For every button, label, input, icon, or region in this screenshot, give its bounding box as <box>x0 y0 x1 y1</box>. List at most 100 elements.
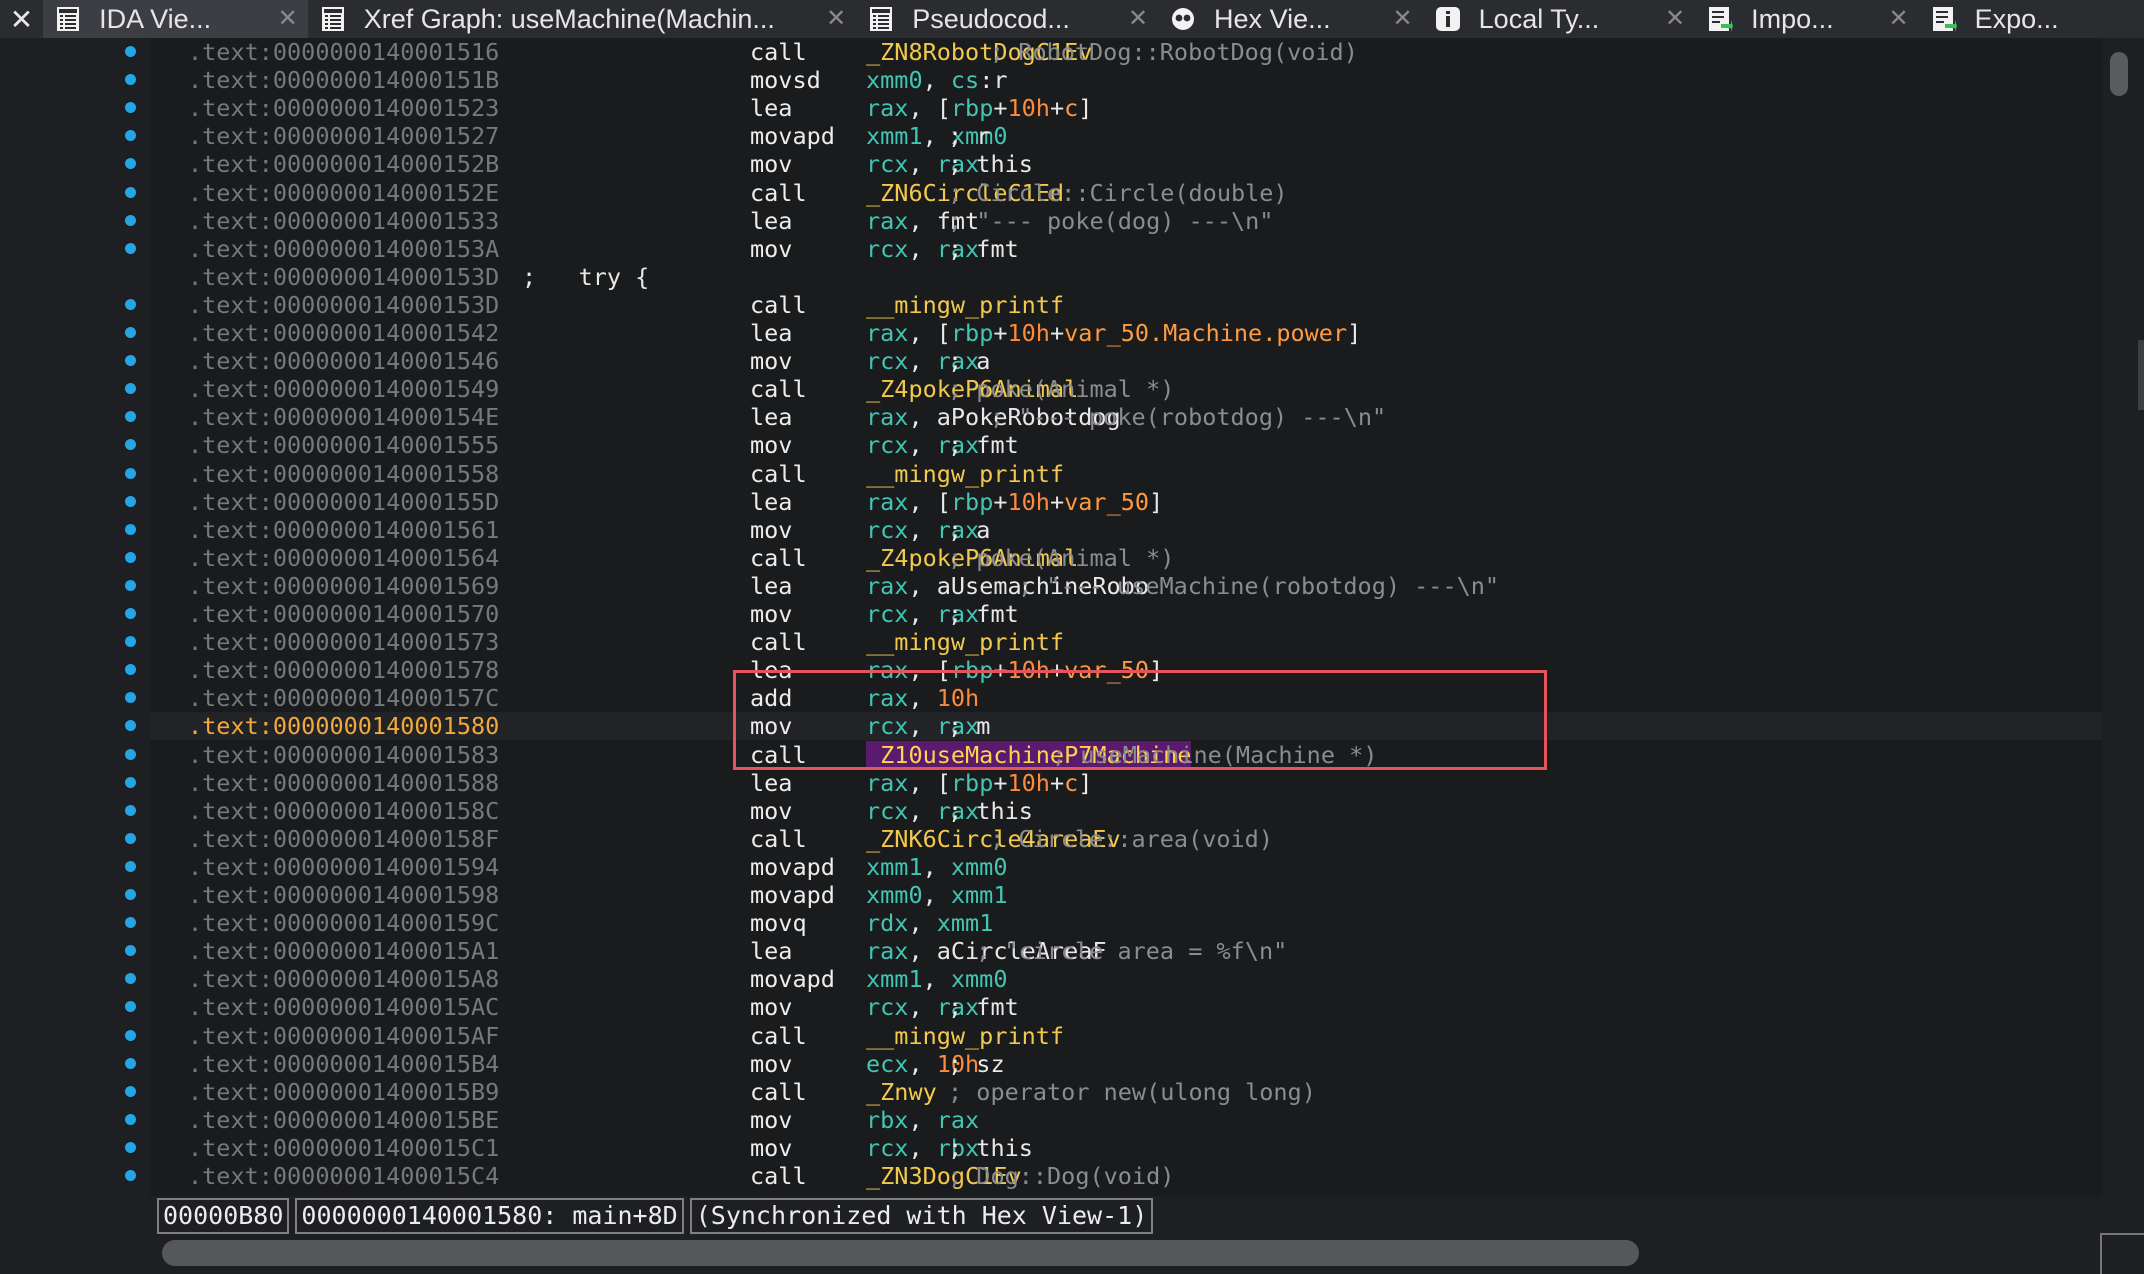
gutter-dot[interactable] <box>125 1086 136 1097</box>
operand-token[interactable]: ] <box>1149 656 1163 684</box>
operand-token[interactable]: rcx <box>866 235 908 263</box>
operand-token[interactable]: , [ <box>908 488 950 516</box>
listing-row[interactable]: .text:0000000140001570 mov rcx, rax; fmt <box>150 600 2102 628</box>
gutter-dot[interactable] <box>125 411 136 422</box>
operand-token[interactable]: ] <box>1347 319 1361 347</box>
listing-row[interactable]: .text:000000014000158F call _ZNK6Circle4ar… <box>150 825 2102 853</box>
operand-token[interactable]: 10h <box>1008 488 1050 516</box>
tab-exports[interactable]: Expo... <box>1919 0 2144 38</box>
tab-close-icon[interactable]: ✕ <box>1665 4 1685 32</box>
gutter-dot[interactable] <box>125 945 136 956</box>
listing-row[interactable]: .text:000000014000153A mov rcx, rax; fmt <box>150 235 2102 263</box>
listing-row[interactable]: .text:000000014000159C movq rdx, xmm1 <box>150 909 2102 937</box>
operands[interactable]: xmm1, xmm0 <box>866 965 1007 993</box>
listing-row[interactable]: .text:00000001400015AC mov rcx, rax; fmt <box>150 993 2102 1021</box>
address[interactable]: .text:0000000140001516 <box>188 38 499 66</box>
operand-token[interactable]: rcx <box>866 347 908 375</box>
mnemonic[interactable]: call <box>750 1162 807 1190</box>
address[interactable]: .text:00000001400015A1 <box>188 937 499 965</box>
operands[interactable]: __mingw_printf <box>866 1022 1064 1050</box>
mnemonic[interactable]: add <box>750 684 792 712</box>
address[interactable]: .text:00000001400015B4 <box>188 1050 499 1078</box>
tab-local-types[interactable]: Local Ty... ✕ <box>1423 0 1695 38</box>
mnemonic[interactable]: mov <box>750 993 792 1021</box>
listing-row[interactable]: .text:000000014000151B movsd xmm0, cs:r <box>150 66 2102 94</box>
operand-token[interactable]: c <box>1064 769 1078 797</box>
mnemonic[interactable]: mov <box>750 1050 792 1078</box>
operand-token[interactable]: rax <box>866 937 908 965</box>
address[interactable]: .text:000000014000155D <box>188 488 499 516</box>
listing-row[interactable]: .text:00000001400015C1 mov rcx, rbx; this <box>150 1134 2102 1162</box>
listing-row[interactable]: .text:0000000140001542 lea rax, [rbp+10h+v… <box>150 319 2102 347</box>
operand-token[interactable]: rcx <box>866 797 908 825</box>
listing-row[interactable]: .text:000000014000153D call __mingw_printf <box>150 291 2102 319</box>
operand-token[interactable]: rbp <box>951 94 993 122</box>
listing-row[interactable]: .text:000000014000155D lea rax, [rbp+10h+v… <box>150 488 2102 516</box>
address[interactable]: .text:000000014000153A <box>188 235 499 263</box>
address[interactable]: .text:000000014000152E <box>188 179 499 207</box>
address[interactable]: .text:000000014000157C <box>188 684 499 712</box>
mnemonic[interactable]: lea <box>750 488 792 516</box>
operand-token[interactable]: rax <box>866 319 908 347</box>
operand-token[interactable]: + <box>1050 319 1064 347</box>
mnemonic[interactable]: call <box>750 544 807 572</box>
operands[interactable]: rax, [rbp+10h+var_50] <box>866 656 1163 684</box>
mnemonic[interactable]: call <box>750 460 807 488</box>
address[interactable]: .text:0000000140001564 <box>188 544 499 572</box>
mnemonic[interactable]: mov <box>750 712 792 740</box>
gutter-dot[interactable] <box>125 243 136 254</box>
operand-token[interactable]: var_50 <box>1064 656 1149 684</box>
operand-token[interactable]: rax <box>866 403 908 431</box>
operands[interactable]: __mingw_printf <box>866 460 1064 488</box>
listing-row[interactable]: .text:0000000140001533 lea rax, fmt; "--- … <box>150 207 2102 235</box>
operand-token[interactable]: , <box>908 1050 936 1078</box>
gutter-dot[interactable] <box>125 215 136 226</box>
operand-token[interactable]: xmm0 <box>951 853 1008 881</box>
operand-token[interactable]: , <box>908 797 936 825</box>
operand-token[interactable]: ecx <box>866 1050 908 1078</box>
address[interactable]: .text:00000001400015AF <box>188 1022 499 1050</box>
gutter-dot[interactable] <box>125 552 136 563</box>
gutter-dot[interactable] <box>125 1114 136 1125</box>
operand-token[interactable]: rcx <box>866 600 908 628</box>
operands[interactable]: xmm0, cs:r <box>866 66 1007 94</box>
listing-row[interactable]: .text:000000014000152B mov rcx, rax; this <box>150 150 2102 178</box>
listing-row[interactable]: .text:00000001400015BE mov rbx, rax <box>150 1106 2102 1134</box>
listing-row[interactable]: .text:00000001400015B4 mov ecx, 10h; sz <box>150 1050 2102 1078</box>
operands[interactable]: rax, [rbp+10h+c] <box>866 769 1092 797</box>
gutter-dot[interactable] <box>125 1030 136 1041</box>
tab-close-icon[interactable]: ✕ <box>1393 4 1413 32</box>
operand-token[interactable]: rcx <box>866 1134 908 1162</box>
address[interactable]: .text:0000000140001527 <box>188 122 499 150</box>
mnemonic[interactable]: mov <box>750 150 792 178</box>
operands[interactable]: rax, [rbp+10h+var_50.Machine.power] <box>866 319 1361 347</box>
listing-row[interactable]: .text:00000001400015A8 movapd xmm1, xmm0 <box>150 965 2102 993</box>
operands[interactable]: __mingw_printf <box>866 628 1064 656</box>
operand-token[interactable]: rax <box>866 684 908 712</box>
mnemonic[interactable]: call <box>750 179 807 207</box>
listing-row[interactable]: .text:000000014000152E call _ZN6CircleC1Ed… <box>150 179 2102 207</box>
gutter-dot[interactable] <box>125 580 136 591</box>
address[interactable]: .text:0000000140001583 <box>188 741 499 769</box>
tab-pseudocode[interactable]: Pseudocod... ✕ <box>856 0 1158 38</box>
tab-close-icon[interactable]: ✕ <box>1128 4 1148 32</box>
disassembly-listing[interactable]: .text:0000000140001516 call _ZN8RobotDogC1… <box>150 38 2102 1196</box>
mnemonic[interactable]: mov <box>750 797 792 825</box>
operand-token[interactable]: rdx <box>866 909 908 937</box>
operand-token[interactable]: , <box>923 853 951 881</box>
address[interactable]: .text:0000000140001549 <box>188 375 499 403</box>
gutter-dot[interactable] <box>125 608 136 619</box>
operand-token[interactable]: rbp <box>951 656 993 684</box>
gutter-dot[interactable] <box>125 158 136 169</box>
mnemonic[interactable]: lea <box>750 572 792 600</box>
mnemonic[interactable]: lea <box>750 937 792 965</box>
operand-token[interactable]: _Znwy <box>866 1078 937 1106</box>
address[interactable]: .text:000000014000158C <box>188 797 499 825</box>
mnemonic[interactable]: movapd <box>750 965 835 993</box>
tab-imports[interactable]: Impo... ✕ <box>1695 0 1918 38</box>
gutter-dot[interactable] <box>125 1170 136 1181</box>
address[interactable]: .text:0000000140001558 <box>188 460 499 488</box>
operand-token[interactable]: + <box>993 656 1007 684</box>
mnemonic[interactable]: lea <box>750 403 792 431</box>
listing-row[interactable]: .text:0000000140001549 call _Z4pokeP6Anima… <box>150 375 2102 403</box>
